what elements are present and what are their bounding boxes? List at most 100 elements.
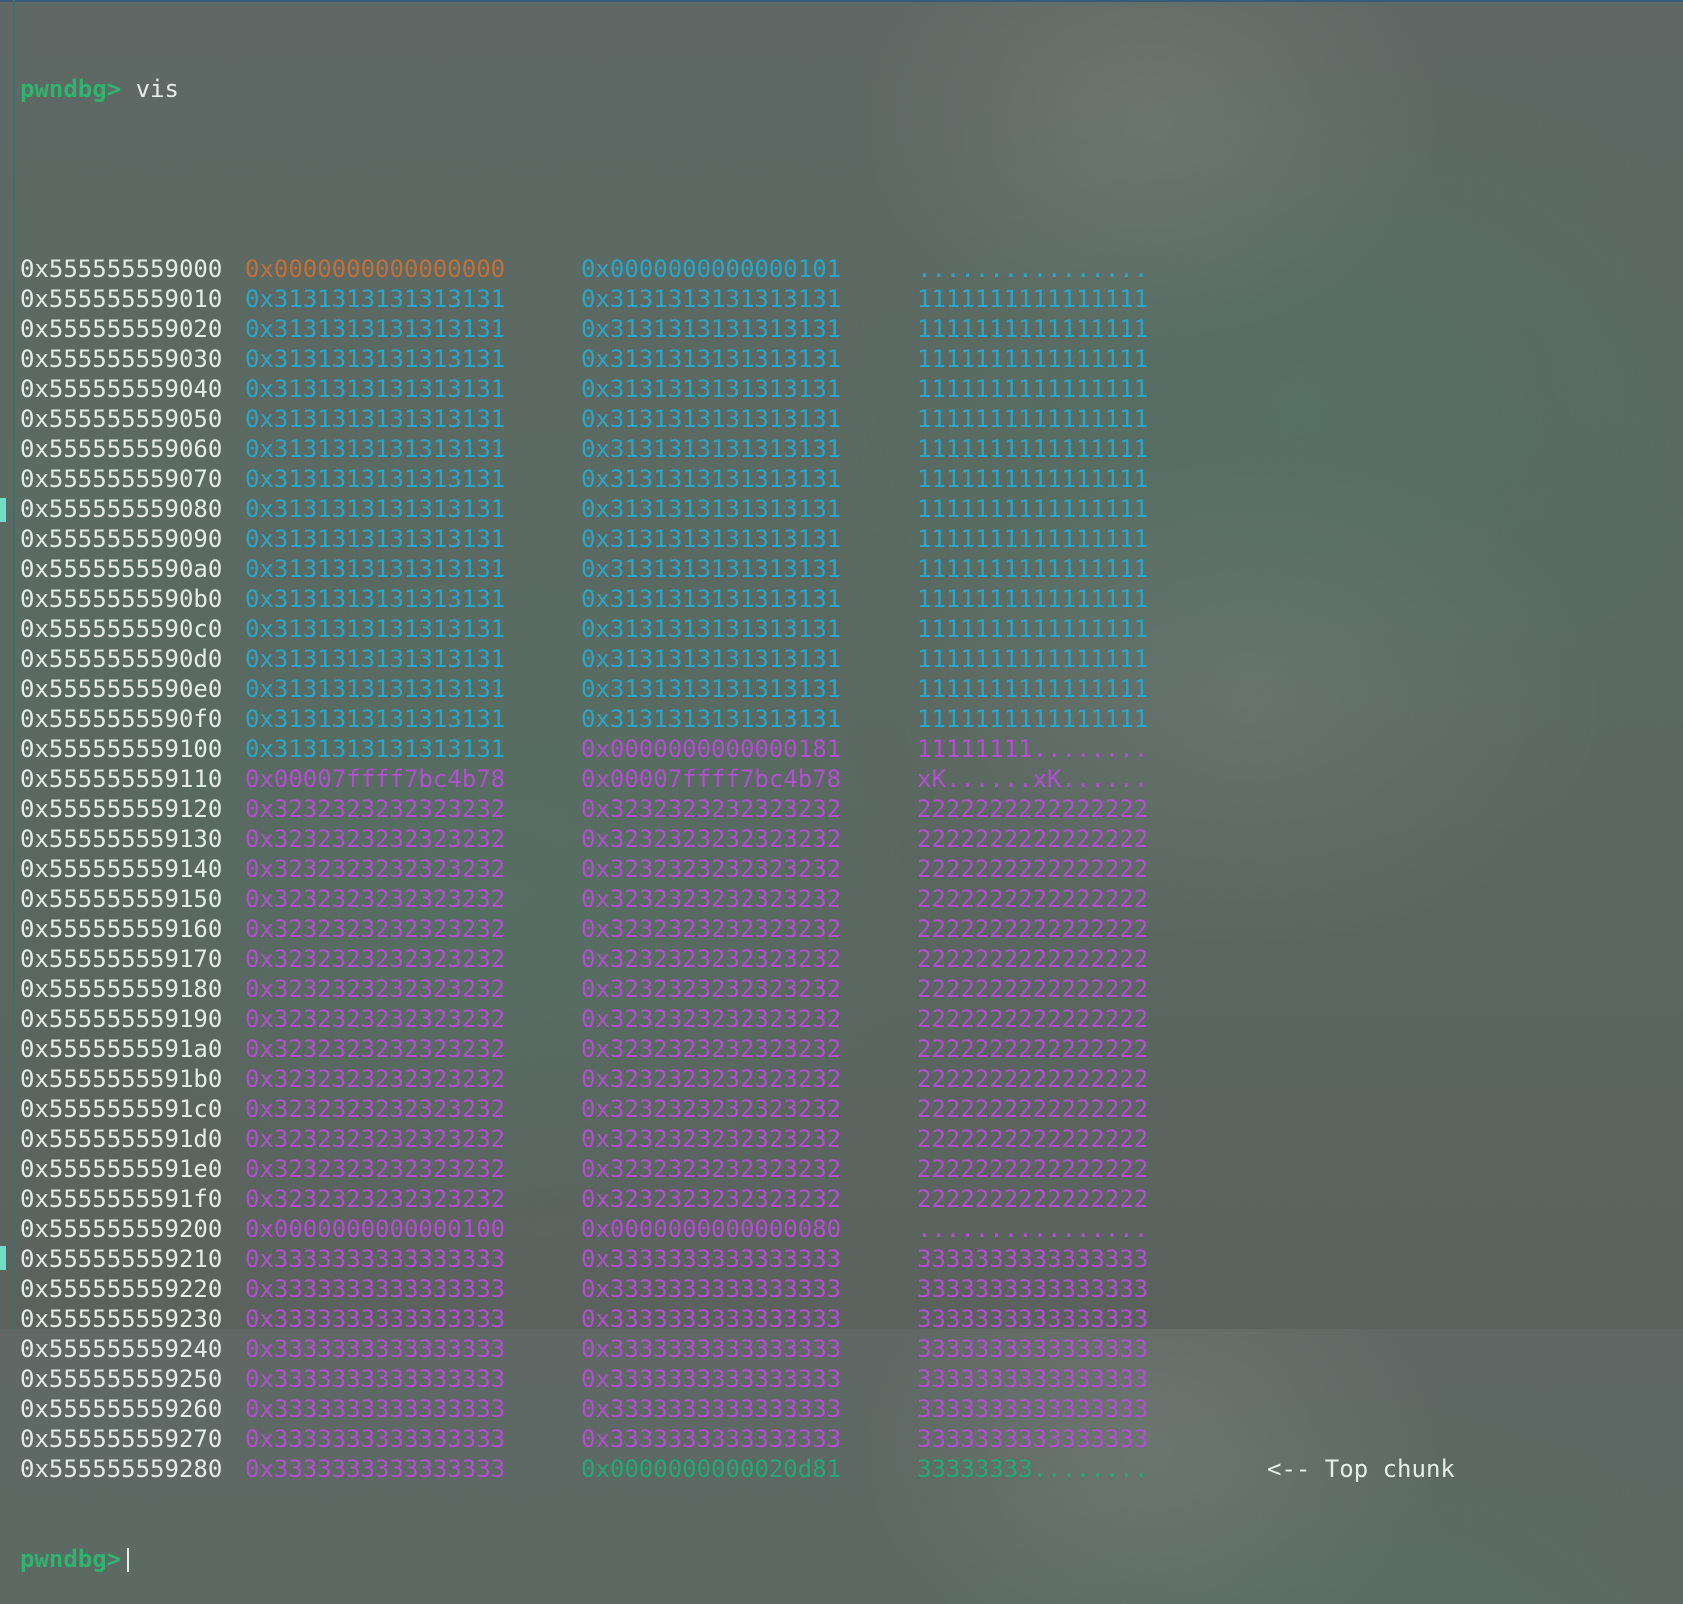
qword-2: 0x0000000000020d81 [581, 1455, 842, 1483]
qword-1: 0x3333333333333333 [245, 1395, 506, 1423]
qword-2: 0x3333333333333333 [581, 1305, 842, 1333]
qword-2: 0x3232323232323232 [581, 975, 842, 1003]
heap-row: 0x555555559180 0x3232323232323232 0x323232… [20, 974, 1148, 1004]
row-address: 0x555555559040 [20, 375, 223, 403]
ascii-dump: 2222222222222222 [917, 1005, 1149, 1033]
qword-2: 0x3232323232323232 [581, 795, 842, 823]
heap-row: 0x555555559090 0x3131313131313131 0x313131… [20, 524, 1148, 554]
qword-1: 0x3232323232323232 [245, 1125, 506, 1153]
qword-1: 0x3131313131313131 [245, 585, 506, 613]
ascii-dump: 1111111111111111 [917, 525, 1149, 553]
qword-2: 0x3232323232323232 [581, 1095, 842, 1123]
ascii-dump: 2222222222222222 [917, 825, 1149, 853]
ascii-dump: 2222222222222222 [917, 1155, 1149, 1183]
row-address: 0x555555559060 [20, 435, 223, 463]
heap-row: 0x555555559270 0x3333333333333333 0x333333… [20, 1424, 1148, 1454]
qword-2: 0x3232323232323232 [581, 1035, 842, 1063]
qword-2: 0x3232323232323232 [581, 945, 842, 973]
qword-2: 0x0000000000000181 [581, 735, 842, 763]
qword-2: 0x3131313131313131 [581, 405, 842, 433]
qword-1: 0x3131313131313131 [245, 345, 506, 373]
command-line: pwndbg> vis [20, 74, 222, 104]
qword-2: 0x3232323232323232 [581, 1185, 842, 1213]
qword-1: 0x3232323232323232 [245, 1065, 506, 1093]
qword-2: 0x3333333333333333 [581, 1365, 842, 1393]
heap-row: 0x555555559220 0x3333333333333333 0x333333… [20, 1274, 1148, 1304]
qword-1: 0x3131313131313131 [245, 405, 506, 433]
terminal-output[interactable]: pwndbg> vis 0x555555559000 0x000000000000… [20, 14, 1455, 1604]
heap-row: 0x555555559210 0x3333333333333333 0x333333… [20, 1244, 1148, 1274]
qword-2: 0x3131313131313131 [581, 645, 842, 673]
ascii-dump: 2222222222222222 [917, 1185, 1149, 1213]
row-address: 0x5555555591e0 [20, 1155, 223, 1183]
qword-1: 0x3333333333333333 [245, 1275, 506, 1303]
ascii-dump: 2222222222222222 [917, 855, 1149, 883]
qword-1: 0x3232323232323232 [245, 945, 506, 973]
row-address: 0x555555559240 [20, 1335, 223, 1363]
heap-row: 0x555555559170 0x3232323232323232 0x323232… [20, 944, 1148, 974]
qword-1: 0x00007ffff7bc4b78 [245, 765, 506, 793]
input-line[interactable]: pwndbg> [20, 1544, 222, 1574]
qword-1: 0x3131313131313131 [245, 735, 506, 763]
row-address: 0x5555555590c0 [20, 615, 223, 643]
row-address: 0x5555555591c0 [20, 1095, 223, 1123]
row-address: 0x5555555591d0 [20, 1125, 223, 1153]
ascii-dump: 2222222222222222 [917, 1095, 1149, 1123]
ascii-dump: 1111111111111111 [917, 495, 1149, 523]
row-address: 0x555555559070 [20, 465, 223, 493]
qword-2: 0x3333333333333333 [581, 1395, 842, 1423]
qword-2: 0x3131313131313131 [581, 345, 842, 373]
qword-1: 0x3232323232323232 [245, 1095, 506, 1123]
prompt: pwndbg> [20, 1545, 122, 1573]
heap-row: 0x5555555590f0 0x3131313131313131 0x313131… [20, 704, 1148, 734]
ascii-dump: 1111111111111111 [917, 465, 1149, 493]
qword-1: 0x3131313131313131 [245, 675, 506, 703]
ascii-dump: ................ [917, 255, 1149, 283]
row-address: 0x5555555590d0 [20, 645, 223, 673]
heap-row: 0x555555559230 0x3333333333333333 0x333333… [20, 1304, 1148, 1334]
qword-1: 0x3131313131313131 [245, 375, 506, 403]
heap-row: 0x555555559040 0x3131313131313131 0x313131… [20, 374, 1148, 404]
ascii-dump: 1111111111111111 [917, 405, 1149, 433]
heap-row: 0x5555555590d0 0x3131313131313131 0x313131… [20, 644, 1148, 674]
ascii-dump: 2222222222222222 [917, 975, 1149, 1003]
gutter-marker [0, 1246, 6, 1270]
heap-row: 0x555555559260 0x3333333333333333 0x333333… [20, 1394, 1148, 1424]
qword-1: 0x3232323232323232 [245, 885, 506, 913]
heap-row: 0x5555555590a0 0x3131313131313131 0x313131… [20, 554, 1148, 584]
heap-row: 0x5555555591f0 0x3232323232323232 0x323232… [20, 1184, 1148, 1214]
ascii-dump: 3333333333333333 [917, 1245, 1149, 1273]
qword-1: 0x3333333333333333 [245, 1245, 506, 1273]
heap-row: 0x5555555591c0 0x3232323232323232 0x323232… [20, 1094, 1148, 1124]
row-address: 0x5555555591f0 [20, 1185, 223, 1213]
heap-row: 0x555555559010 0x3131313131313131 0x313131… [20, 284, 1148, 314]
row-address: 0x555555559050 [20, 405, 223, 433]
heap-row: 0x555555559080 0x3131313131313131 0x313131… [20, 494, 1148, 524]
qword-1: 0x3232323232323232 [245, 1185, 506, 1213]
ascii-dump: xK......xK...... [917, 765, 1149, 793]
heap-row: 0x555555559110 0x00007ffff7bc4b78 0x00007f… [20, 764, 1148, 794]
qword-2: 0x3131313131313131 [581, 705, 842, 733]
row-address: 0x555555559250 [20, 1365, 223, 1393]
ascii-dump: 3333333333333333 [917, 1365, 1149, 1393]
qword-2: 0x3131313131313131 [581, 525, 842, 553]
qword-1: 0x3131313131313131 [245, 705, 506, 733]
ascii-dump: 1111111111111111 [917, 645, 1149, 673]
qword-2: 0x3131313131313131 [581, 315, 842, 343]
qword-2: 0x0000000000000101 [581, 255, 842, 283]
row-address: 0x555555559080 [20, 495, 223, 523]
qword-1: 0x3232323232323232 [245, 825, 506, 853]
ascii-dump: 1111111111111111 [917, 555, 1149, 583]
row-address: 0x555555559200 [20, 1215, 223, 1243]
heap-row: 0x555555559030 0x3131313131313131 0x313131… [20, 344, 1148, 374]
row-address: 0x5555555590e0 [20, 675, 223, 703]
command-text: vis [135, 75, 179, 103]
qword-2: 0x3131313131313131 [581, 675, 842, 703]
heap-row: 0x555555559120 0x3232323232323232 0x323232… [20, 794, 1148, 824]
row-address: 0x5555555591b0 [20, 1065, 223, 1093]
qword-2: 0x3131313131313131 [581, 555, 842, 583]
heap-row: 0x5555555591b0 0x3232323232323232 0x323232… [20, 1064, 1148, 1094]
row-address: 0x555555559220 [20, 1275, 223, 1303]
row-address: 0x555555559130 [20, 825, 223, 853]
